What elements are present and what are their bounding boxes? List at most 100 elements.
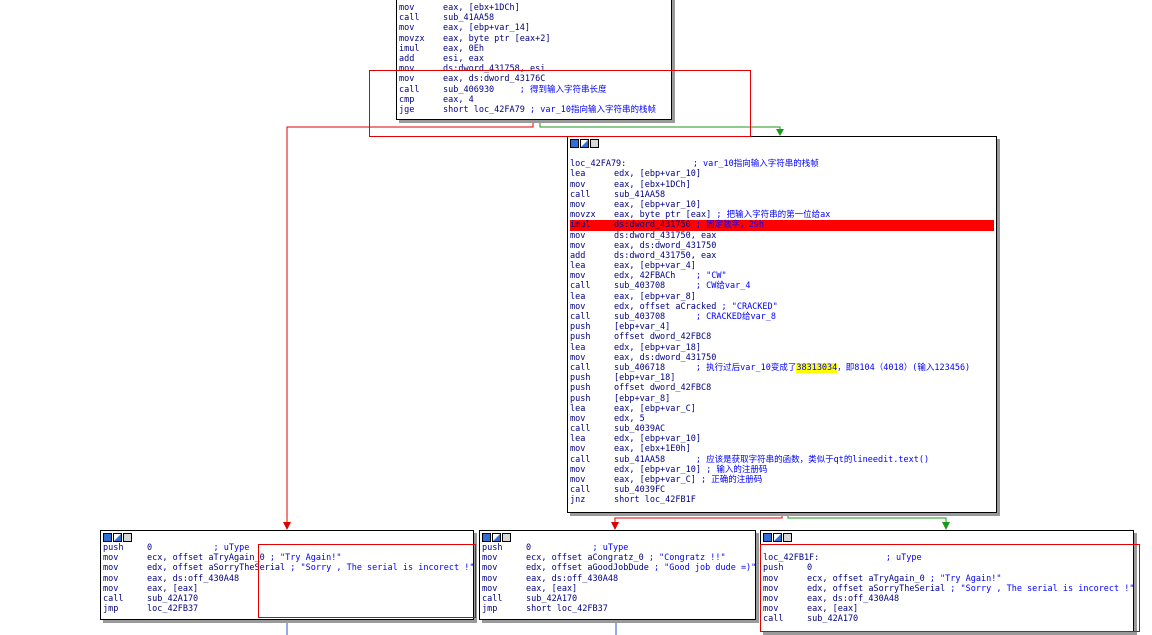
asm-line[interactable]: call sub_41AA58 xyxy=(399,13,669,23)
operands[interactable]: sub_403708 xyxy=(614,281,665,291)
asm-line[interactable]: cmp eax, 4 xyxy=(399,95,669,105)
operands[interactable]: ds:dword_431750, eax xyxy=(614,231,716,241)
block-color-icon[interactable] xyxy=(763,533,772,542)
operands[interactable]: short loc_42FB1F xyxy=(614,495,696,505)
asm-line[interactable]: mov eax, ds:dword_431750 xyxy=(570,353,994,363)
code-block-try-again[interactable]: push 0 ; uType mov ecx, offset aTryAgain_0 … xyxy=(100,530,474,620)
asm-line[interactable]: mov ds:dword_431758, esi xyxy=(399,64,669,74)
operands[interactable]: eax, byte ptr [eax+2] xyxy=(443,34,550,44)
asm-line[interactable]: mov ecx, offset aTryAgain_0 ; "Try Again!… xyxy=(103,553,471,563)
operands[interactable]: eax, 0Eh xyxy=(443,44,484,54)
block-graph-icon[interactable] xyxy=(580,139,589,148)
operands[interactable]: eax, [eax] xyxy=(147,584,198,594)
block-list-icon[interactable] xyxy=(783,533,792,542)
operands[interactable]: eax, [ebx+1E0h] xyxy=(614,444,691,454)
asm-line[interactable]: imul ds:dword_431750 ; 固定数字，29h xyxy=(570,220,994,231)
asm-line[interactable]: jnz short loc_42FB1F xyxy=(570,495,994,505)
operands[interactable]: ecx, offset aTryAgain_0 xyxy=(807,574,925,584)
operands[interactable]: eax, ds:dword_43176C xyxy=(443,74,545,84)
operands[interactable]: eax, ds:off_430A48 xyxy=(147,574,239,584)
asm-line[interactable]: mov eax, ds:off_430A48 xyxy=(103,574,471,584)
operands[interactable]: sub_4039AC xyxy=(614,424,665,434)
asm-line[interactable]: call sub_406718 ; 执行过后var_10变成了38313034，即… xyxy=(570,362,994,373)
asm-line[interactable]: mov edx, [ebp+var_10] ; 输入的注册码 xyxy=(570,465,994,475)
asm-line[interactable]: mov eax, [ebp+var_14] xyxy=(399,23,669,33)
asm-line[interactable]: imul eax, 0Eh xyxy=(399,44,669,54)
operands[interactable]: eax, [ebp+var_14] xyxy=(443,23,530,33)
asm-line[interactable]: mov eax, [eax] xyxy=(763,604,1131,614)
asm-line[interactable]: call sub_41AA58 xyxy=(570,190,994,200)
block-color-icon[interactable] xyxy=(103,533,112,542)
operands[interactable]: eax, byte ptr [eax] xyxy=(614,210,711,220)
asm-line[interactable] xyxy=(570,149,994,159)
asm-line[interactable]: mov eax, [ebx+1DCh] xyxy=(399,3,669,13)
asm-line[interactable]: loc_42FA79: ; var_10指向输入字符串的栈帧 xyxy=(570,159,994,169)
code-label[interactable]: loc_42FA79: xyxy=(570,159,626,169)
operands[interactable]: ecx, offset aTryAgain_0 xyxy=(147,553,265,563)
operands[interactable]: eax, [ebp+var_8] xyxy=(614,292,696,302)
operands[interactable]: edx, offset aCracked xyxy=(614,302,716,312)
operands[interactable]: 0 xyxy=(807,563,812,573)
operands[interactable]: edx, [ebp+var_10] xyxy=(614,169,701,179)
asm-line[interactable]: call sub_403708 ; CW给var_4 xyxy=(570,281,994,291)
operands[interactable]: ecx, offset aCongratz_0 xyxy=(526,553,644,563)
operands[interactable]: edx, offset aSorryTheSerial xyxy=(147,563,285,573)
asm-line[interactable]: push 0 ; uType xyxy=(103,543,471,553)
asm-line[interactable]: lea eax, [ebp+var_8] xyxy=(570,292,994,302)
operands[interactable]: eax, ds:dword_431750 xyxy=(614,241,716,251)
operands[interactable]: ds:dword_431750 xyxy=(614,220,691,230)
asm-line[interactable]: mov eax, ds:off_430A48 xyxy=(763,594,1131,604)
asm-line[interactable]: lea eax, [ebp+var_4] xyxy=(570,261,994,271)
asm-line[interactable]: lea eax, [ebp+var_C] xyxy=(570,404,994,414)
operands[interactable]: offset dword_42FBC8 xyxy=(614,332,711,342)
block-list-icon[interactable] xyxy=(123,533,132,542)
asm-line[interactable]: loc_42FB1F: ; uType xyxy=(763,553,1131,563)
operands[interactable]: eax, [ebp+var_C] xyxy=(614,475,696,485)
asm-line[interactable]: mov edx, 42FBACh ; "CW" xyxy=(570,271,994,281)
operands[interactable]: edx, [ebp+var_10] xyxy=(614,465,701,475)
asm-line[interactable]: mov edx, offset aCracked ; "CRACKED" xyxy=(570,302,994,312)
code-block-loc-42fa79[interactable]: loc_42FA79: ; var_10指向输入字符串的栈帧 lea edx, [e… xyxy=(567,136,997,513)
operands[interactable]: edx, [ebp+var_18] xyxy=(614,343,701,353)
operands[interactable]: eax, [eax] xyxy=(526,584,577,594)
operands[interactable]: edx, [ebp+var_10] xyxy=(614,434,701,444)
operands[interactable]: edx, 5 xyxy=(614,414,645,424)
operands[interactable]: loc_42FB37 xyxy=(147,604,198,614)
code-block-loc-42fb1f[interactable]: loc_42FB1F: ; uType push 0 mov ecx, offset a… xyxy=(760,530,1134,632)
operands[interactable]: sub_42A170 xyxy=(807,614,858,624)
asm-line[interactable]: call sub_4039FC xyxy=(570,485,994,495)
asm-line[interactable]: call sub_42A170 xyxy=(482,594,753,604)
operands[interactable]: eax, [ebx+1DCh] xyxy=(443,3,520,13)
operands[interactable]: short loc_42FA79 xyxy=(443,105,525,115)
block-color-icon[interactable] xyxy=(482,533,491,542)
asm-line[interactable]: mov eax, [ebp+var_C] ; 正确的注册码 xyxy=(570,475,994,485)
block-graph-icon[interactable] xyxy=(773,533,782,542)
asm-line[interactable]: mov edx, offset aSorryTheSerial ; "Sorry … xyxy=(103,563,473,573)
asm-line[interactable]: call sub_42A170 xyxy=(763,614,1131,624)
asm-line[interactable]: lea edx, [ebp+var_18] xyxy=(570,343,994,353)
operands[interactable]: [ebp+var_18] xyxy=(614,373,675,383)
asm-line[interactable]: mov ecx, offset aTryAgain_0 ; "Try Again!… xyxy=(763,574,1131,584)
operands[interactable]: ds:dword_431758, esi xyxy=(443,64,545,74)
operands[interactable]: edx, 42FBACh xyxy=(614,271,675,281)
asm-line[interactable]: push 0 ; uType xyxy=(482,543,753,553)
asm-line[interactable]: jmp loc_42FB37 xyxy=(103,604,471,614)
asm-line[interactable]: push [ebp+var_8] xyxy=(570,394,994,404)
asm-line[interactable]: jmp short loc_42FB37 xyxy=(482,604,753,614)
operands[interactable]: [ebp+var_8] xyxy=(614,394,670,404)
asm-line[interactable]: push [ebp+var_4] xyxy=(570,322,994,332)
asm-line[interactable]: push [ebp+var_18] xyxy=(570,373,994,383)
asm-line[interactable]: push 0 xyxy=(763,563,1131,573)
operands[interactable]: sub_41AA58 xyxy=(443,13,494,23)
block-list-icon[interactable] xyxy=(502,533,511,542)
asm-line[interactable]: lea edx, [ebp+var_10] xyxy=(570,434,994,444)
operands[interactable]: ds:dword_431750, eax xyxy=(614,251,716,261)
block-color-icon[interactable] xyxy=(570,139,579,148)
asm-line[interactable]: call sub_41AA58 ; 应该是获取字符串的函数，类似于qt的linee… xyxy=(570,455,994,465)
asm-line[interactable] xyxy=(763,543,1131,553)
operands[interactable]: sub_403708 xyxy=(614,312,665,322)
asm-line[interactable]: mov edx, 5 xyxy=(570,414,994,424)
code-label[interactable]: loc_42FB1F: xyxy=(763,553,819,563)
asm-line[interactable]: add ds:dword_431750, eax xyxy=(570,251,994,261)
asm-line[interactable]: push offset dword_42FBC8 xyxy=(570,383,994,393)
